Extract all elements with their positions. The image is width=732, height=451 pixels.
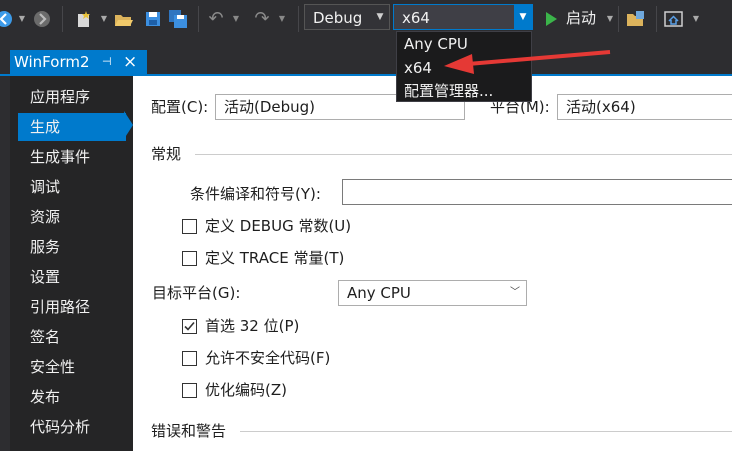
target-platform-value: Any CPU: [347, 284, 411, 302]
define-debug-checkbox[interactable]: [182, 219, 197, 234]
pin-icon[interactable]: ⊣: [102, 50, 112, 74]
sidebar-item-security[interactable]: 安全性: [18, 353, 126, 381]
prefer-32bit-label: 首选 32 位(P): [205, 317, 300, 335]
sidebar-item-code-analysis[interactable]: 代码分析: [18, 413, 126, 441]
start-icon[interactable]: [541, 9, 561, 29]
start-button[interactable]: 启动: [566, 6, 596, 30]
undo-icon[interactable]: ↶: [206, 9, 226, 29]
section-divider: [240, 431, 732, 432]
properties-sidebar: 应用程序 生成 生成事件 调试 资源 服务 设置 引用路径 签名 安全性 发布 …: [10, 76, 133, 451]
toolbar: ▼ ▼ ↶ ▼ ↷ ▼ Debug ▼ x64 ▼ 启动 ▼ ▼: [0, 0, 732, 38]
general-heading: 常规: [151, 145, 182, 163]
sidebar-item-services[interactable]: 服务: [18, 233, 126, 261]
optimize-code-label: 优化编码(Z): [205, 381, 287, 399]
active-item-pointer: [124, 111, 133, 139]
save-all-icon[interactable]: [168, 9, 188, 29]
sidebar-item-settings[interactable]: 设置: [18, 263, 126, 291]
checkmark-icon: [184, 321, 195, 331]
toolbar-separator: [198, 6, 199, 32]
optimize-code-checkbox[interactable]: [182, 383, 197, 398]
solution-platform-value: x64: [402, 9, 430, 27]
platform-value: 活动(x64): [566, 98, 636, 116]
toolbar-separator: [656, 6, 657, 32]
new-project-icon[interactable]: [74, 9, 94, 29]
sidebar-item-signing[interactable]: 签名: [18, 323, 126, 351]
chevron-down-icon[interactable]: ▼: [514, 5, 532, 29]
sidebar-item-reference-paths[interactable]: 引用路径: [18, 293, 126, 321]
section-divider: [195, 154, 732, 155]
sidebar-item-debug[interactable]: 调试: [18, 173, 126, 201]
allow-unsafe-checkbox[interactable]: [182, 351, 197, 366]
configuration-value: 活动(Debug): [224, 98, 316, 116]
chevron-down-icon[interactable]: ﹀: [510, 281, 520, 305]
dropdown-option-x64[interactable]: x64: [404, 58, 432, 78]
toolbar-separator: [618, 6, 619, 32]
nav-back-dropdown-icon[interactable]: ▼: [12, 9, 32, 29]
close-icon[interactable]: ×: [123, 50, 137, 74]
sidebar-item-publish[interactable]: 发布: [18, 383, 126, 411]
solution-platform-combo[interactable]: x64 ▼: [393, 4, 533, 30]
allow-unsafe-label: 允许不安全代码(F): [205, 349, 331, 367]
chevron-down-icon[interactable]: ▼: [371, 5, 389, 29]
build-settings-page: 配置(C): 活动(Debug) 平台(M): 活动(x64) 常规 条件编译和…: [133, 76, 732, 451]
open-folder-icon[interactable]: [114, 9, 134, 29]
errors-warnings-heading: 错误和警告: [151, 422, 227, 440]
sidebar-item-resources[interactable]: 资源: [18, 203, 126, 231]
nav-forward-icon[interactable]: [32, 9, 52, 29]
dropdown-option-configuration-manager[interactable]: 配置管理器...: [404, 81, 493, 101]
solution-configuration-value: Debug: [313, 9, 363, 27]
new-project-dropdown-icon[interactable]: ▼: [94, 9, 114, 29]
tab-title: WinForm2: [14, 53, 90, 71]
undo-dropdown-icon[interactable]: ▼: [226, 9, 246, 29]
start-dropdown-icon[interactable]: ▼: [600, 9, 620, 29]
redo-icon[interactable]: ↷: [252, 9, 272, 29]
home-window-dropdown-icon[interactable]: ▼: [686, 9, 706, 29]
configuration-label: 配置(C):: [151, 98, 209, 116]
toolbar-separator: [62, 6, 63, 32]
target-platform-label: 目标平台(G):: [152, 284, 241, 302]
tab-winform2[interactable]: WinForm2 ⊣ ×: [10, 50, 147, 74]
conditional-symbols-label: 条件编译和符号(Y):: [190, 185, 321, 203]
define-trace-label: 定义 TRACE 常量(T): [205, 249, 345, 267]
prefer-32bit-checkbox[interactable]: [182, 319, 197, 334]
home-window-icon[interactable]: [664, 9, 684, 29]
annotation-arrow-icon: [444, 50, 611, 74]
toolbar-separator: [298, 6, 299, 32]
sidebar-item-build[interactable]: 生成: [18, 113, 126, 141]
solution-configuration-combo[interactable]: Debug ▼: [304, 4, 390, 30]
define-debug-label: 定义 DEBUG 常数(U): [205, 217, 352, 235]
sidebar-item-build-events[interactable]: 生成事件: [18, 143, 126, 171]
find-in-files-icon[interactable]: [626, 9, 646, 29]
target-platform-combo[interactable]: Any CPU ﹀: [338, 280, 527, 306]
save-icon[interactable]: [143, 9, 163, 29]
conditional-symbols-input[interactable]: [342, 179, 732, 205]
sidebar-item-application[interactable]: 应用程序: [18, 83, 126, 111]
redo-dropdown-icon[interactable]: ▼: [272, 9, 292, 29]
platform-combo[interactable]: 活动(x64): [557, 94, 732, 120]
define-trace-checkbox[interactable]: [182, 251, 197, 266]
